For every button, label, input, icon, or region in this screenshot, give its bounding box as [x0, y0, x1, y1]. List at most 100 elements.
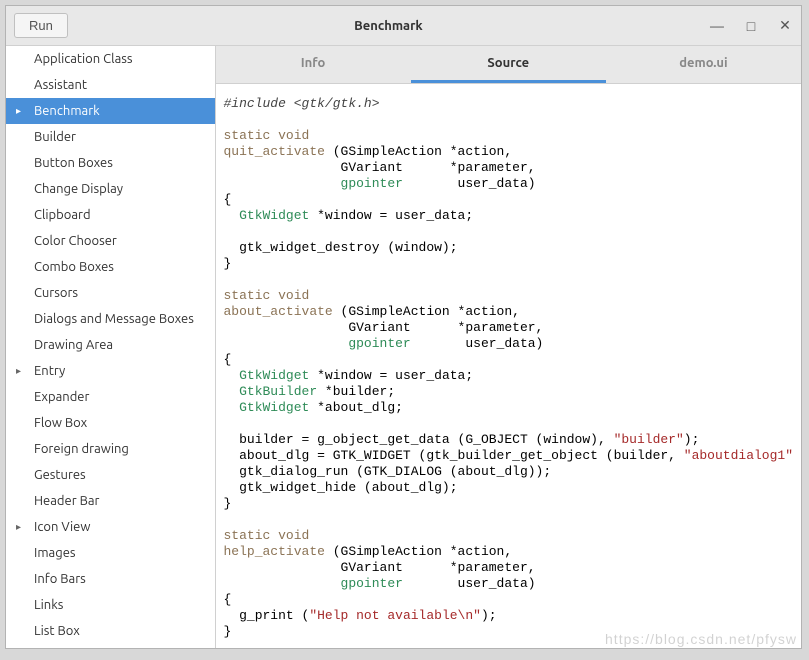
code-text: *window = user_data; — [309, 368, 473, 383]
sidebar-item-button-boxes[interactable]: Button Boxes — [6, 150, 215, 176]
sidebar-item-benchmark[interactable]: ▸ Benchmark — [6, 98, 215, 124]
code-brace: } — [224, 624, 232, 639]
code-text: gtk_widget_hide (about_dlg); — [224, 480, 458, 495]
sidebar-item-label: Drawing Area — [34, 338, 113, 352]
sidebar-item-images[interactable]: Images — [6, 540, 215, 566]
sidebar-item-label: Builder — [34, 130, 76, 144]
code-text: *builder; — [317, 384, 395, 399]
sidebar-item-label: Combo Boxes — [34, 260, 114, 274]
close-icon[interactable]: ✕ — [777, 18, 793, 34]
code-type: GtkWidget — [224, 400, 310, 415]
code-brace: } — [224, 496, 232, 511]
sidebar-item-combo-boxes[interactable]: Combo Boxes — [6, 254, 215, 280]
code-type: GtkWidget — [224, 368, 310, 383]
code-text: gtk_widget_destroy (window); — [224, 240, 458, 255]
sidebar-item-label: Button Boxes — [34, 156, 113, 170]
sidebar-item-application-class[interactable]: Application Class — [6, 46, 215, 72]
sidebar-item-clipboard[interactable]: Clipboard — [6, 202, 215, 228]
sidebar-item-label: Images — [34, 546, 76, 560]
source-view[interactable]: #include <gtk/gtk.h> static void quit_ac… — [216, 84, 802, 648]
sidebar-item-label: Entry — [34, 364, 65, 378]
sidebar-item-label: Links — [34, 598, 63, 612]
code-text: (GSimpleAction *action, — [325, 544, 512, 559]
sidebar-item-menus[interactable]: Menus — [6, 644, 215, 648]
sidebar-item-label: Flow Box — [34, 416, 87, 430]
maximize-icon[interactable]: □ — [743, 18, 759, 34]
sidebar-item-foreign-drawing[interactable]: Foreign drawing — [6, 436, 215, 462]
code-text: gtk_dialog_run (GTK_DIALOG (about_dlg)); — [224, 464, 552, 479]
code-keyword: static void — [224, 288, 310, 303]
code-text: *about_dlg; — [309, 400, 403, 415]
code-func-about: about_activate — [224, 304, 333, 319]
code-text: user_data) — [403, 576, 536, 591]
app-window: Run Benchmark — □ ✕ Application Class Ass… — [5, 5, 802, 649]
code-func-help: help_activate — [224, 544, 325, 559]
sidebar-item-drawing-area[interactable]: Drawing Area — [6, 332, 215, 358]
code-text: ); — [481, 608, 497, 623]
sidebar-item-gestures[interactable]: Gestures — [6, 462, 215, 488]
expand-icon: ▸ — [16, 102, 21, 120]
sidebar-item-color-chooser[interactable]: Color Chooser — [6, 228, 215, 254]
sidebar-item-links[interactable]: Links — [6, 592, 215, 618]
code-type: GtkWidget — [224, 208, 310, 223]
code-text: about_dlg = GTK_WIDGET (gtk_builder_get_… — [224, 448, 684, 463]
sidebar-item-cursors[interactable]: Cursors — [6, 280, 215, 306]
tab-demo-ui[interactable]: demo.ui — [606, 46, 801, 83]
sidebar-item-label: Expander — [34, 390, 89, 404]
minimize-icon[interactable]: — — [709, 18, 725, 34]
code-type: gpointer — [224, 176, 403, 191]
code-func-quit: quit_activate — [224, 144, 325, 159]
code-text: ); — [684, 432, 700, 447]
window-controls: — □ ✕ — [709, 18, 793, 34]
sidebar-item-flow-box[interactable]: Flow Box — [6, 410, 215, 436]
code-include: #include <gtk/gtk.h> — [224, 96, 380, 111]
code-keyword: static void — [224, 128, 310, 143]
demo-list[interactable]: Application Class Assistant ▸ Benchmark Buil… — [6, 46, 216, 648]
code-type: gpointer — [224, 576, 403, 591]
tab-bar: InfoSourcedemo.ui — [216, 46, 802, 84]
tab-info[interactable]: Info — [216, 46, 411, 83]
sidebar-item-icon-view[interactable]: ▸Icon View — [6, 514, 215, 540]
sidebar-item-header-bar[interactable]: Header Bar — [6, 488, 215, 514]
run-button[interactable]: Run — [14, 13, 68, 38]
tab-source[interactable]: Source — [411, 46, 606, 83]
sidebar-item-builder[interactable]: Builder — [6, 124, 215, 150]
code-text: GVariant *parameter, — [224, 160, 536, 175]
code-string: "Help not available\n" — [309, 608, 481, 623]
code-text: *window = user_data; — [309, 208, 473, 223]
code-text: g_print ( — [224, 608, 310, 623]
sidebar-item-label: Benchmark — [34, 104, 100, 118]
code-brace: { — [224, 352, 232, 367]
sidebar-item-label: Gestures — [34, 468, 86, 482]
sidebar-item-list-box[interactable]: List Box — [6, 618, 215, 644]
code-text: user_data) — [411, 336, 544, 351]
titlebar: Run Benchmark — □ ✕ — [6, 6, 801, 46]
expand-icon: ▸ — [16, 362, 21, 380]
sidebar-item-label: Application Class — [34, 52, 133, 66]
sidebar-item-info-bars[interactable]: Info Bars — [6, 566, 215, 592]
sidebar-item-entry[interactable]: ▸ Entry — [6, 358, 215, 384]
code-brace: { — [224, 592, 232, 607]
code-text: user_data) — [403, 176, 536, 191]
sidebar-item-label: Change Display — [34, 182, 123, 196]
code-brace: { — [224, 192, 232, 207]
code-string: "builder" — [614, 432, 684, 447]
code-type: GtkBuilder — [224, 384, 318, 399]
sidebar-item-assistant[interactable]: Assistant — [6, 72, 215, 98]
code-string: "aboutdialog1" — [684, 448, 793, 463]
sidebar-item-label: Foreign drawing — [34, 442, 129, 456]
window-title: Benchmark — [68, 19, 709, 33]
code-text: GVariant *parameter, — [224, 320, 544, 335]
code-text: (GSimpleAction *action, — [325, 144, 512, 159]
sidebar-item-label: Dialogs and Message Boxes — [34, 312, 194, 326]
content-area: Application Class Assistant ▸ Benchmark Buil… — [6, 46, 801, 648]
sidebar-item-dialogs-and-message-boxes[interactable]: Dialogs and Message Boxes — [6, 306, 215, 332]
sidebar-item-label: Cursors — [34, 286, 78, 300]
code-text: GVariant *parameter, — [224, 560, 536, 575]
code-brace: } — [224, 256, 232, 271]
sidebar-item-label: Info Bars — [34, 572, 86, 586]
sidebar-item-change-display[interactable]: Change Display — [6, 176, 215, 202]
sidebar-item-label: Header Bar — [34, 494, 99, 508]
expand-icon: ▸ — [16, 518, 21, 536]
sidebar-item-expander[interactable]: Expander — [6, 384, 215, 410]
